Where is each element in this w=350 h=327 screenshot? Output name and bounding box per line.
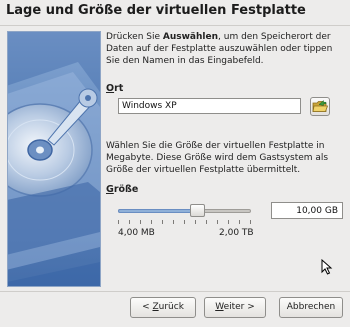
intro-text-bold: Auswählen (162, 32, 219, 42)
slider-tick (217, 220, 218, 224)
slider-tick (239, 220, 240, 224)
intro-text-part1: Drücken Sie (106, 32, 163, 42)
size-slider-handle[interactable] (190, 204, 205, 217)
size-label: Größe (106, 184, 138, 195)
back-button-prefix: < (142, 302, 153, 312)
slider-tick (250, 220, 251, 224)
location-input[interactable]: Windows XP (118, 98, 301, 114)
intro-text: Drücken Sie Auswählen, um den Speicheror… (106, 31, 344, 67)
back-button-rest: urück (158, 302, 184, 312)
slider-tick (228, 220, 229, 224)
slider-tick (151, 220, 152, 224)
wizard-content: Drücken Sie Auswählen, um den Speicheror… (106, 31, 344, 238)
size-input[interactable]: 10,00 GB (271, 202, 343, 219)
size-label-mnemonic: G (106, 184, 114, 195)
mouse-pointer-icon-glyph (321, 258, 333, 275)
size-info-text: Wählen Sie die Größe der virtuellen Fest… (106, 141, 329, 175)
slider-tick (184, 220, 185, 224)
button-bar-divider (0, 291, 350, 292)
slider-min-label: 4,00 MB (118, 228, 155, 238)
size-slider-ticks (118, 220, 251, 225)
title-divider (0, 25, 350, 26)
next-button[interactable]: Weiter > (204, 297, 266, 318)
slider-tick (140, 220, 141, 224)
slider-tick (195, 220, 196, 224)
location-label: Ort (106, 83, 123, 94)
cancel-button[interactable]: Abbrechen (279, 297, 343, 318)
wizard-dialog: Lage und Größe der virtuellen Festplatte (0, 0, 350, 327)
hard-disk-illustration (7, 31, 101, 287)
folder-open-icon (312, 99, 329, 112)
back-button[interactable]: < Zurück (130, 297, 196, 318)
location-label-rest: rt (114, 83, 124, 94)
next-button-rest: eiter > (223, 302, 255, 312)
size-slider-fill (118, 209, 198, 213)
slider-tick (118, 220, 119, 224)
dialog-title: Lage und Größe der virtuellen Festplatte (6, 3, 306, 18)
slider-tick (173, 220, 174, 224)
slider-tick (129, 220, 130, 224)
next-button-mnemonic: W (215, 302, 224, 312)
location-label-mnemonic: O (106, 83, 115, 94)
hard-disk-icon (8, 62, 100, 282)
slider-tick (162, 220, 163, 224)
slider-tick (206, 220, 207, 224)
browse-location-button[interactable] (310, 97, 330, 116)
mouse-pointer-icon (321, 258, 333, 278)
slider-max-label: 2,00 TB (219, 228, 254, 238)
size-label-rest: röße (113, 184, 139, 195)
